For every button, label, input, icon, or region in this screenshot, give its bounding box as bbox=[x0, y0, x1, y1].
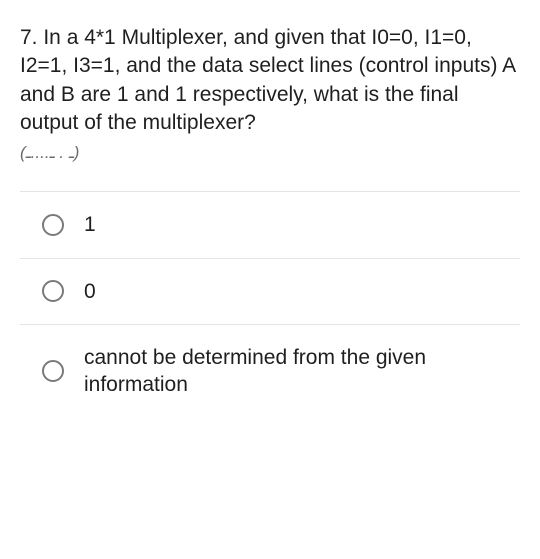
option-row[interactable]: 1 bbox=[20, 192, 520, 258]
radio-icon[interactable] bbox=[42, 280, 64, 302]
option-label: cannot be determined from the given info… bbox=[84, 344, 506, 399]
sub-text: (ـ . ـ....ـ) bbox=[20, 143, 520, 163]
radio-icon[interactable] bbox=[42, 214, 64, 236]
options-list: 1 0 cannot be determined from the given … bbox=[20, 191, 520, 417]
question-text: 7. In a 4*1 Multiplexer, and given that … bbox=[20, 24, 520, 137]
option-row[interactable]: 0 bbox=[20, 259, 520, 325]
option-label: 1 bbox=[84, 211, 96, 238]
radio-icon[interactable] bbox=[42, 360, 64, 382]
option-label: 0 bbox=[84, 278, 96, 305]
question-container: 7. In a 4*1 Multiplexer, and given that … bbox=[0, 0, 540, 438]
option-row[interactable]: cannot be determined from the given info… bbox=[20, 325, 520, 418]
